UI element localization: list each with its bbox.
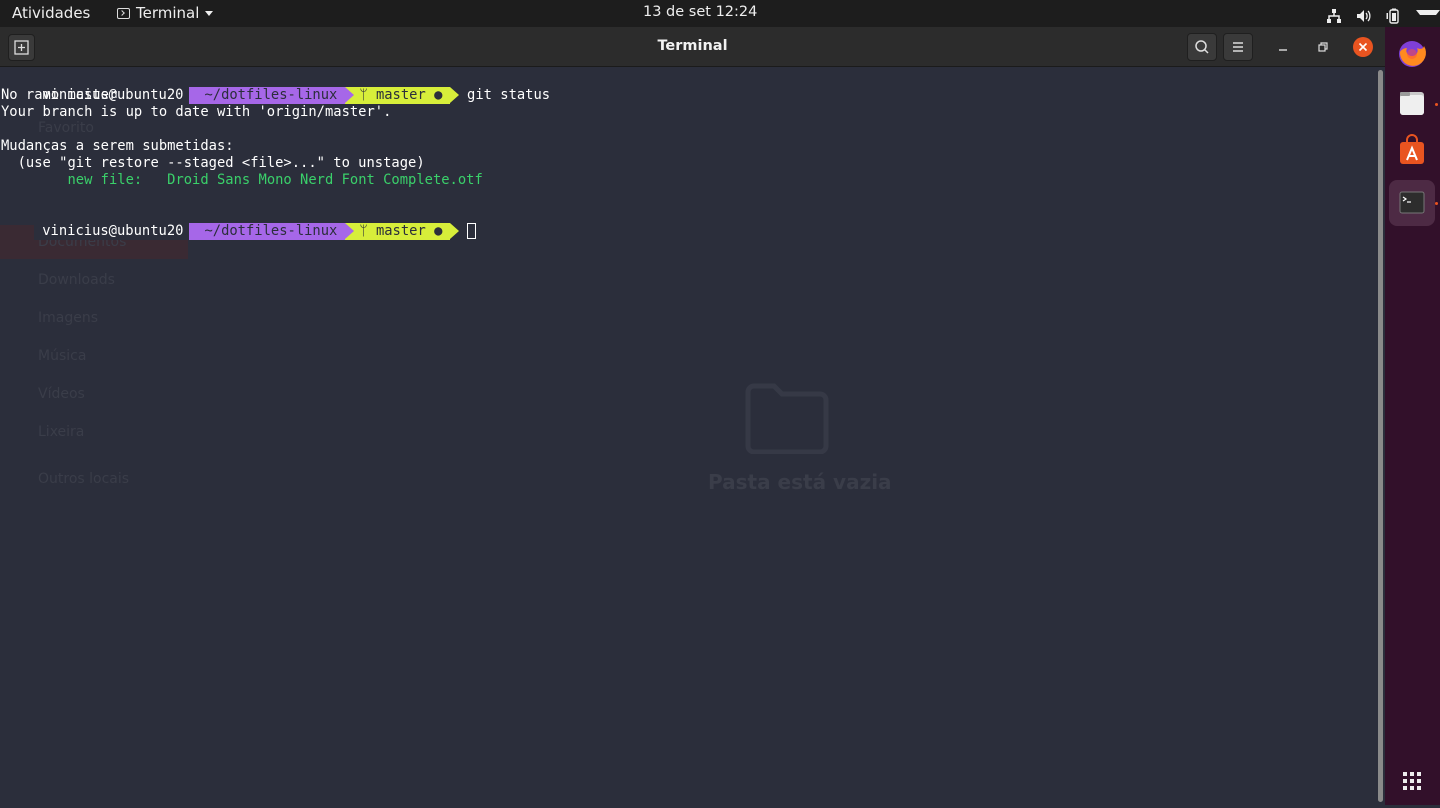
output-line: (use "git restore --staged <file>..." to… (1, 155, 425, 171)
show-applications-button[interactable] (1389, 758, 1435, 804)
ghost-sidebar-item: Downloads (38, 272, 115, 288)
dock (1385, 27, 1440, 805)
terminal-headerbar: Terminal (0, 27, 1385, 67)
app-menu[interactable]: Terminal (117, 4, 214, 22)
ghost-sidebar-item: Música (38, 348, 87, 364)
prompt-git: ᛘ master ● (345, 87, 460, 104)
dock-terminal[interactable] (1389, 180, 1435, 226)
dock-firefox[interactable] (1389, 32, 1435, 78)
terminal-app-icon (117, 7, 130, 19)
minimize-button[interactable] (1274, 38, 1292, 56)
system-tray[interactable] (1326, 5, 1440, 26)
prompt-git: ᛘ master ● (345, 223, 460, 240)
ghost-sidebar-item: Favorito (38, 120, 94, 136)
hamburger-menu-icon (1233, 42, 1243, 52)
staged-file-name: Droid Sans Mono Nerd Font Complete.otf (167, 172, 483, 188)
terminal-view[interactable]: Favorito Documentos Downloads Imagens Mú… (0, 67, 1376, 805)
files-icon (1400, 92, 1424, 115)
top-bar: Atividades Terminal 13 de set 12:24 (0, 0, 1440, 27)
ghost-sidebar-item: Lixeira (38, 424, 85, 440)
menu-button[interactable] (1223, 33, 1253, 61)
search-icon (1195, 40, 1209, 54)
output-line: Mudanças a serem submetidas: (1, 138, 234, 154)
terminal-cursor (467, 223, 477, 239)
prompt-line: vinicius@ubuntu20 ~/dotfiles-linux ᛘ maste… (1, 70, 550, 104)
output-line: Your branch is up to date with 'origin/m… (1, 104, 392, 120)
output-line: No ramo master (1, 87, 118, 103)
running-indicator (1435, 103, 1438, 106)
terminal-icon (1399, 191, 1425, 214)
show-applications-icon (1403, 772, 1421, 790)
system-menu-caret-icon[interactable] (1416, 5, 1440, 26)
restore-icon (1318, 42, 1328, 52)
battery-icon[interactable] (1386, 8, 1402, 24)
prompt-line: vinicius@ubuntu20 ~/dotfiles-linux ᛘ maste… (1, 206, 477, 240)
ghost-empty-label: Pasta está vazia (708, 470, 892, 494)
running-indicator (1435, 202, 1438, 205)
volume-icon[interactable] (1356, 8, 1372, 24)
network-icon[interactable] (1326, 8, 1342, 24)
clock[interactable]: 13 de set 12:24 (643, 4, 757, 20)
maximize-button[interactable] (1314, 38, 1332, 56)
prompt-dir: ~/dotfiles-linux (189, 223, 355, 240)
window-title: Terminal (657, 38, 728, 54)
staged-file-line: new file: Droid Sans Mono Nerd Font Comp… (1, 172, 483, 188)
activities-button[interactable]: Atividades (12, 4, 90, 22)
terminal-scrollbar[interactable] (1378, 70, 1383, 802)
app-menu-label: Terminal (136, 4, 200, 22)
close-button[interactable] (1353, 37, 1373, 57)
prompt-dir: ~/dotfiles-linux (189, 87, 355, 104)
ghost-folder-icon (745, 383, 829, 454)
dock-files[interactable] (1389, 81, 1435, 127)
firefox-icon (1399, 41, 1426, 67)
prompt-user: vinicius@ubuntu20 (34, 223, 190, 240)
search-button[interactable] (1187, 33, 1217, 61)
software-icon (1400, 134, 1424, 164)
close-icon (1358, 42, 1368, 52)
dock-software[interactable] (1389, 129, 1435, 175)
ghost-sidebar-item: Vídeos (38, 386, 85, 402)
ghost-sidebar-item: Imagens (38, 310, 99, 326)
chevron-down-icon (205, 10, 214, 16)
ghost-sidebar-item: Outros locais (38, 471, 130, 487)
minimize-icon (1279, 49, 1287, 51)
command-text: git status (467, 87, 551, 103)
